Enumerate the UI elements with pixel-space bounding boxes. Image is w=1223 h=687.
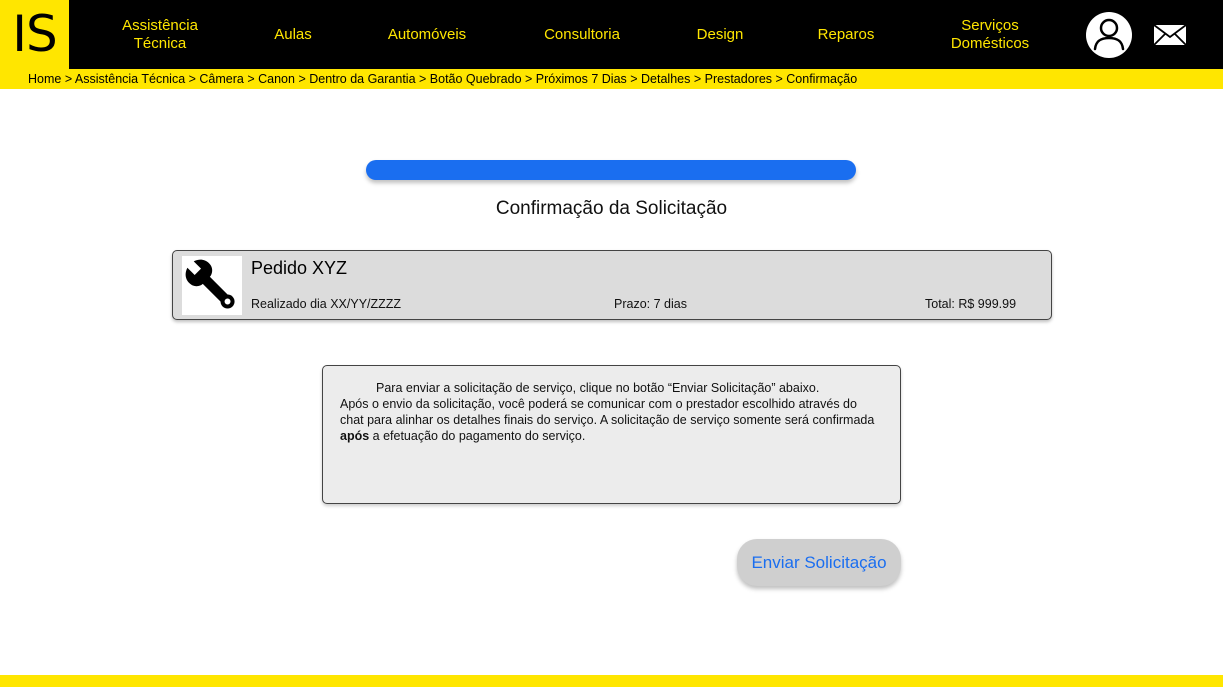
breadcrumb-item[interactable]: Botão Quebrado (430, 72, 522, 86)
submit-request-button[interactable]: Enviar Solicitação (737, 539, 901, 586)
breadcrumb-separator: > (690, 72, 705, 86)
breadcrumb: Home > Assistência Técnica > Câmera > Ca… (0, 69, 1223, 89)
breadcrumb-separator: > (294, 72, 310, 86)
nav-item-label: Reparos (817, 25, 875, 43)
top-navigation-bar: IS Assistência Técnica Aulas Automóveis C… (0, 0, 1223, 69)
breadcrumb-item-current[interactable]: Confirmação (786, 72, 857, 86)
breadcrumb-separator: > (772, 72, 787, 86)
nav-item-servicos-domesticos[interactable]: Serviços Domésticos (930, 0, 1050, 69)
progress-bar (366, 160, 856, 180)
page-title: Confirmação da Solicitação (495, 198, 728, 219)
order-card: Pedido XYZ Realizado dia XX/YY/ZZZZ Praz… (172, 250, 1052, 320)
breadcrumb-item[interactable]: Assistência Técnica (75, 72, 185, 86)
breadcrumb-separator: > (243, 72, 259, 86)
order-deadline: Prazo: 7 dias (614, 297, 687, 311)
user-icon[interactable] (1086, 12, 1132, 58)
breadcrumb-separator: > (521, 72, 536, 86)
nav-item-consultoria[interactable]: Consultoria (527, 0, 637, 69)
breadcrumb-item[interactable]: Prestadores (705, 72, 772, 86)
info-text: Após o envio da solicitação, você poderá… (340, 397, 875, 427)
order-date: Realizado dia XX/YY/ZZZZ (251, 297, 402, 311)
nav-item-design[interactable]: Design (680, 0, 760, 69)
breadcrumb-item[interactable]: Canon (258, 72, 295, 86)
nav-item-assistencia-tecnica[interactable]: Assistência Técnica (100, 0, 220, 69)
wrench-icon (182, 256, 242, 315)
breadcrumb-item[interactable]: Home (28, 72, 61, 86)
breadcrumb-separator: > (415, 72, 430, 86)
nav-item-label: Técnica (133, 34, 187, 52)
footer-bar (0, 675, 1223, 687)
mail-icon[interactable] (1152, 23, 1188, 47)
nav-item-label: Consultoria (544, 25, 620, 43)
logo[interactable]: IS (0, 0, 69, 69)
info-first-line: Para enviar a solicitação de serviço, cl… (376, 381, 820, 395)
breadcrumb-item[interactable]: Próximos 7 Dias (536, 72, 627, 86)
nav-item-automoveis[interactable]: Automóveis (372, 0, 482, 69)
info-bold-text: após (340, 429, 370, 443)
nav-item-reparos[interactable]: Reparos (806, 0, 886, 69)
breadcrumb-separator: > (626, 72, 642, 86)
nav-item-label: Design (696, 25, 744, 43)
nav-item-label: Aulas (274, 25, 312, 43)
nav-item-label: Assistência (122, 16, 198, 34)
breadcrumb-item[interactable]: Detalhes (641, 72, 690, 86)
nav-item-label: Automóveis (387, 25, 467, 43)
nav-item-label: Domésticos (950, 34, 1030, 52)
breadcrumb-item[interactable]: Câmera (199, 72, 243, 86)
breadcrumb-item[interactable]: Dentro da Garantia (309, 72, 415, 86)
info-message-box: Para enviar a solicitação de serviço, cl… (322, 365, 901, 504)
breadcrumb-separator: > (61, 72, 75, 86)
order-total: Total: R$ 999.99 (925, 297, 1017, 311)
breadcrumb-separator: > (185, 72, 200, 86)
nav-item-aulas[interactable]: Aulas (253, 0, 333, 69)
info-text-end: a efetuação do pagamento do serviço. (369, 429, 586, 443)
order-title: Pedido XYZ (251, 258, 348, 278)
nav-item-label: Serviços (961, 16, 1019, 34)
